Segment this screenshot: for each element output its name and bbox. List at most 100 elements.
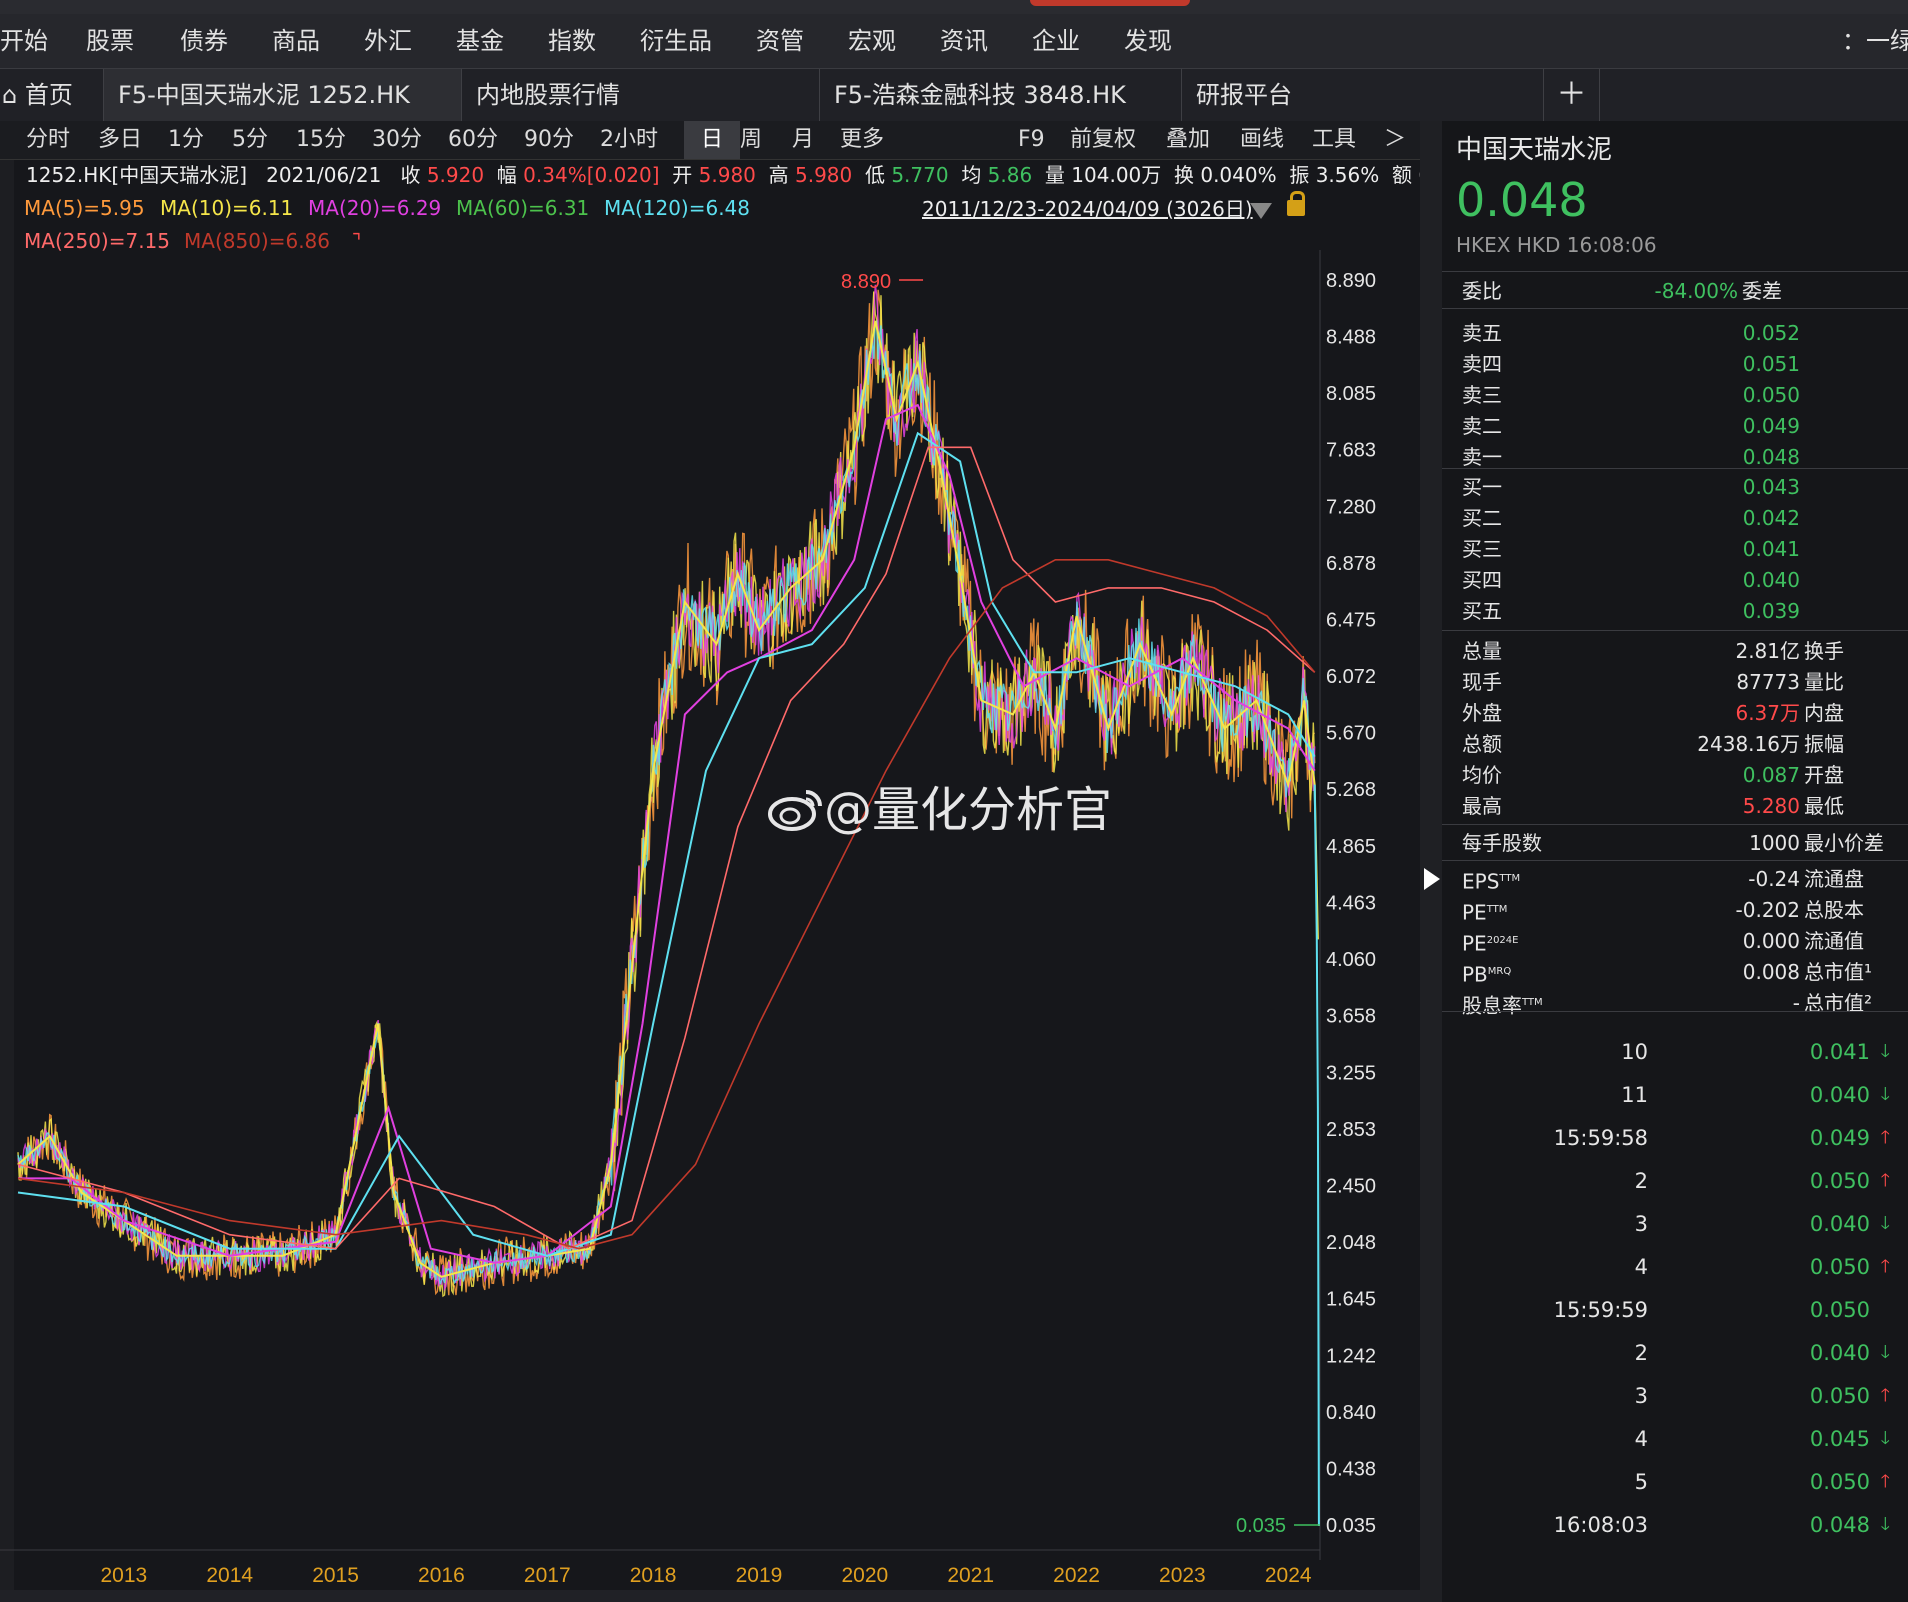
stat-label-2: 开盘: [1804, 763, 1844, 787]
fund-label: PB: [1462, 962, 1488, 987]
lock-icon[interactable]: [1287, 191, 1305, 216]
low-label: 低: [864, 163, 885, 187]
ask-row[interactable]: 卖四 0.051: [1442, 349, 1908, 379]
period-6[interactable]: 60分: [448, 121, 498, 159]
tick-time: 16:08:03: [1553, 1513, 1648, 1537]
tab-mainland-quotes[interactable]: 内地股票行情: [462, 69, 820, 121]
menu-item-12[interactable]: 发现: [1124, 14, 1172, 68]
volume-label: 量: [1044, 163, 1065, 187]
menu-item-4[interactable]: 外汇: [364, 14, 412, 68]
fundamental-row: PBMRQ 0.008 总市值¹: [1442, 957, 1908, 987]
y-tick-label: 8.488: [1326, 327, 1376, 349]
weicha-label: 委差: [1742, 279, 1782, 303]
stat-value: 6.37万: [1735, 701, 1800, 725]
date-range-dropdown-icon[interactable]: [1250, 203, 1272, 219]
menu-item-2[interactable]: 债券: [180, 14, 228, 68]
menu-right-text[interactable]: ：一绿: [1842, 14, 1908, 68]
ask-row[interactable]: 卖五 0.052: [1442, 318, 1908, 348]
fundamental-row: PE2024E 0.000 流通值: [1442, 926, 1908, 956]
period-2[interactable]: 1分: [168, 121, 204, 159]
menu-item-11[interactable]: 企业: [1032, 14, 1080, 68]
bid-row[interactable]: 买三 0.041: [1442, 534, 1908, 564]
stat-label: 最高: [1462, 794, 1502, 818]
bid-price: 0.043: [1742, 475, 1800, 499]
tab-research-platform[interactable]: 研报平台: [1182, 69, 1544, 121]
price-noise-line: [17, 291, 1316, 1298]
period-11[interactable]: 月: [792, 121, 814, 159]
menu-item-1[interactable]: 股票: [86, 14, 134, 68]
down-arrow-icon: 🡓: [1880, 1514, 1890, 1535]
stat-value: 87773: [1736, 670, 1800, 694]
lot-row: 每手股数 1000 最小价差: [1442, 828, 1908, 858]
bid-row[interactable]: 买五 0.039: [1442, 596, 1908, 626]
menu-item-5[interactable]: 基金: [456, 14, 504, 68]
separator: [1442, 468, 1908, 469]
tab-haosen-fintech[interactable]: F5-浩森金融科技 3848.HK: [820, 69, 1182, 121]
ma10-label: MA(10)=6.11: [160, 196, 294, 220]
tool-1[interactable]: 前复权: [1070, 121, 1136, 159]
down-arrow-icon: 🡓: [1880, 1342, 1890, 1363]
menu-item-8[interactable]: 资管: [756, 14, 804, 68]
menu-item-0[interactable]: 开始: [0, 14, 48, 68]
bid-label: 买五: [1462, 599, 1502, 623]
turnover-value: 0.040%: [1200, 163, 1277, 187]
period-10[interactable]: 周: [740, 121, 762, 159]
bid-row[interactable]: 买一 0.043: [1442, 472, 1908, 502]
tool-2[interactable]: 叠加: [1166, 121, 1210, 159]
tick-price: 0.050: [1809, 1169, 1870, 1193]
tab-home[interactable]: ⌂ 首页: [0, 69, 104, 121]
ask-price: 0.052: [1742, 321, 1800, 345]
stat-row: 现手 87773 量比: [1442, 667, 1908, 697]
tool-3[interactable]: 画线: [1240, 121, 1284, 159]
price-noise-line: [17, 284, 1316, 1292]
menu-item-10[interactable]: 资讯: [940, 14, 988, 68]
bid-row[interactable]: 买四 0.040: [1442, 565, 1908, 595]
bid-label: 买四: [1462, 568, 1502, 592]
period-7[interactable]: 90分: [524, 121, 574, 159]
period-3[interactable]: 5分: [232, 121, 268, 159]
price-chart[interactable]: 8.890 8.488 8.085 7.683 7.280 6.878 6.475 6.072…: [0, 250, 1420, 1590]
tick-price: 0.041: [1809, 1040, 1870, 1064]
chart-bottom-scrollbar[interactable]: [0, 1590, 1420, 1602]
menu-item-9[interactable]: 宏观: [848, 14, 896, 68]
ask-row[interactable]: 卖二 0.049: [1442, 411, 1908, 441]
y-tick-label: 0.438: [1326, 1458, 1376, 1480]
weibi-row: 委比 -84.00% 委差: [1442, 276, 1908, 306]
menu-item-6[interactable]: 指数: [548, 14, 596, 68]
stock-name: 中国天瑞水泥: [1456, 135, 1613, 165]
ask-row[interactable]: 卖三 0.050: [1442, 380, 1908, 410]
y-tick-label: 7.683: [1326, 440, 1376, 462]
tool-5[interactable]: ＞: [1384, 121, 1406, 159]
tool-0[interactable]: F9: [1018, 121, 1045, 159]
bid-row[interactable]: 买二 0.042: [1442, 503, 1908, 533]
tick-price: 0.045: [1809, 1427, 1870, 1451]
price-noise-line: [17, 289, 1315, 1296]
add-tab-button[interactable]: ＋: [1544, 69, 1600, 121]
ma60-label: MA(60)=6.31: [456, 196, 590, 220]
date-range-selector[interactable]: 2011/12/23-2024/04/09 (3026日): [922, 194, 1253, 224]
menu-item-3[interactable]: 商品: [272, 14, 320, 68]
period-5[interactable]: 30分: [372, 121, 422, 159]
tool-4[interactable]: 工具: [1312, 121, 1356, 159]
expand-panel-arrow-icon[interactable]: [1424, 868, 1440, 890]
x-tick-label: 2024: [1265, 1564, 1312, 1587]
period-4[interactable]: 15分: [296, 121, 346, 159]
trade-tick-row: 2 0.040 🡓: [1442, 1338, 1908, 1368]
fund-sup: TTM: [1522, 997, 1543, 1008]
period-1[interactable]: 多日: [98, 121, 142, 159]
x-tick-label: 2022: [1053, 1564, 1100, 1587]
period-8[interactable]: 2小时: [600, 121, 658, 159]
panel-divider[interactable]: [1420, 121, 1442, 1602]
fund-label: PE: [1462, 931, 1487, 956]
period-0[interactable]: 分时: [26, 121, 70, 159]
bid-label: 买三: [1462, 537, 1502, 561]
up-arrow-icon: 🡑: [1880, 1471, 1890, 1492]
menu-item-7[interactable]: 衍生品: [640, 14, 712, 68]
stat-label: 现手: [1462, 670, 1502, 694]
period-9[interactable]: 日: [684, 121, 740, 159]
period-12[interactable]: 更多: [840, 121, 884, 159]
stat-label: 外盘: [1462, 701, 1502, 725]
tab-tianrui-cement[interactable]: F5-中国天瑞水泥 1252.HK: [104, 69, 462, 121]
stat-value: 2.81亿: [1735, 639, 1800, 663]
close-value: 5.920: [426, 163, 485, 187]
